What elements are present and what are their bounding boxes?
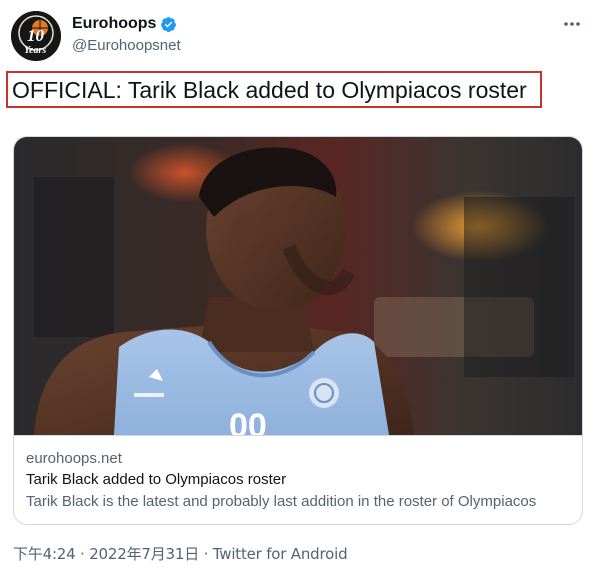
svg-text:00: 00 [229,407,267,435]
tweet-date[interactable]: 2022年7月31日 [89,545,199,563]
meta-separator: · [80,545,85,563]
card-title: Tarik Black added to Olympiacos roster [26,471,287,488]
card-domain: eurohoops.net [26,450,122,467]
link-card[interactable]: 00 eurohoops.net Tarik Black added to Ol… [13,136,583,525]
player-photo: 00 [14,137,582,435]
tweet-meta: 下午4:24 · 2022年7月31日 · Twitter for Androi… [13,543,348,564]
avatar-number: 10 [27,26,45,45]
verified-badge-icon [160,16,177,33]
more-dots-icon [564,22,580,26]
more-options-button[interactable] [560,12,584,36]
author-display-name[interactable]: Eurohoops [72,15,156,33]
author-avatar[interactable]: 10 Years [11,11,61,61]
card-image[interactable]: 00 [14,137,582,435]
author-info: Eurohoops @Eurohoopsnet [72,14,181,54]
tweet-source[interactable]: Twitter for Android [213,545,348,563]
tweet: 10 Years Eurohoops @Eurohoopsnet OFFICIA… [0,0,600,581]
eurohoops-10-years-logo-icon: 10 Years [11,11,61,61]
tweet-text: OFFICIAL: Tarik Black added to Olympiaco… [12,77,527,103]
tweet-time[interactable]: 下午4:24 [13,545,76,563]
avatar-caption: Years [24,45,46,56]
author-handle[interactable]: @Eurohoopsnet [72,37,181,54]
card-description: Tarik Black is the latest and probably l… [26,493,537,510]
card-text-area[interactable]: eurohoops.net Tarik Black added to Olymp… [14,435,582,524]
meta-separator: · [203,545,209,563]
